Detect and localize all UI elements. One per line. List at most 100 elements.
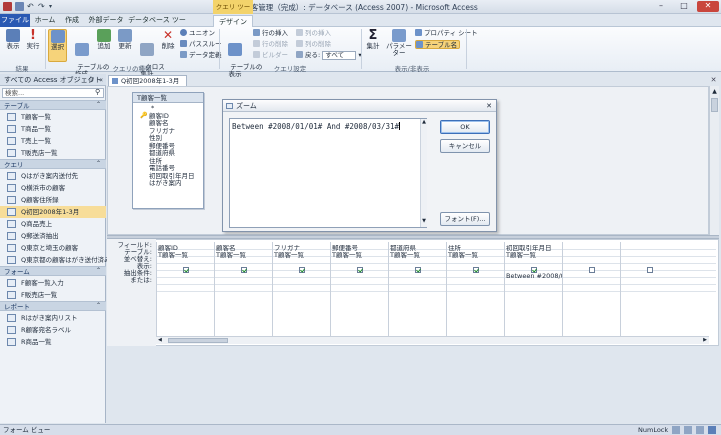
- qbe-table-cell[interactable]: T顧客一覧: [506, 252, 562, 259]
- qbe-column[interactable]: 住所 T顧客一覧: [446, 242, 504, 339]
- insert-rows-button[interactable]: 行の挿入: [253, 29, 288, 38]
- nav-item[interactable]: F販売店一覧: [0, 289, 106, 301]
- append-query-button[interactable]: 追加: [96, 29, 112, 50]
- field-list-item[interactable]: はがき案内: [149, 179, 182, 188]
- qbe-table-cell[interactable]: T顧客一覧: [448, 252, 504, 259]
- zoom-scrollbar[interactable]: ▲ ▼: [420, 119, 427, 227]
- nav-group-header[interactable]: レポート: [0, 301, 106, 311]
- scroll-left-icon[interactable]: ◀: [158, 337, 162, 343]
- nav-item[interactable]: F顧客一覧入力: [0, 277, 106, 289]
- tab-database-tools[interactable]: データベース ツール: [128, 14, 186, 37]
- dialog-close-icon[interactable]: ✕: [486, 100, 492, 112]
- qbe-column[interactable]: 顧客名 T顧客一覧: [214, 242, 272, 339]
- show-checkbox[interactable]: [647, 267, 653, 273]
- maximize-button[interactable]: □: [673, 1, 695, 12]
- cancel-button[interactable]: キャンセル: [440, 139, 490, 153]
- qbe-field-cell[interactable]: 初回取引年月日: [506, 245, 562, 252]
- scroll-up-icon[interactable]: ▲: [711, 88, 718, 96]
- search-icon[interactable]: ⚲: [95, 88, 100, 96]
- update-query-button[interactable]: 更新: [117, 29, 133, 50]
- qbe-column[interactable]: 郵便番号 T顧客一覧: [330, 242, 388, 339]
- property-sheet-button[interactable]: プロパティ シート: [415, 29, 478, 38]
- show-checkbox[interactable]: [589, 267, 595, 273]
- document-tab[interactable]: Q初回2008年1-3月: [108, 75, 187, 86]
- collapse-group-icon[interactable]: ⌃: [96, 301, 101, 311]
- qbe-criteria-cell[interactable]: Between #2008/01/0: [506, 273, 562, 280]
- select-query-button[interactable]: 選択: [48, 29, 67, 62]
- nav-search-input[interactable]: 検索...: [2, 88, 104, 98]
- scroll-up-icon[interactable]: ▲: [421, 119, 427, 125]
- chevron-down-circle-icon[interactable]: ⊙: [88, 74, 94, 86]
- passthrough-query-button[interactable]: パススルー: [180, 40, 222, 49]
- qbe-field-cell[interactable]: 都道府県: [390, 245, 446, 252]
- qbe-column[interactable]: 顧客ID T顧客一覧: [156, 242, 214, 339]
- nav-item[interactable]: Q東京と埼玉の顧客: [0, 242, 106, 254]
- show-checkbox[interactable]: [473, 267, 479, 273]
- tab-create[interactable]: 作成: [60, 14, 84, 27]
- qbe-field-cell[interactable]: 顧客名: [216, 245, 272, 252]
- data-definition-query-button[interactable]: データ定義: [180, 51, 222, 60]
- qbe-column[interactable]: 初回取引年月日T顧客一覧 Between #2008/01/0: [504, 242, 562, 339]
- field-list-title[interactable]: T顧客一覧: [133, 93, 203, 103]
- nav-item[interactable]: Q横浜市の顧客: [0, 182, 106, 194]
- scroll-thumb[interactable]: [711, 98, 718, 112]
- show-checkbox[interactable]: [531, 267, 537, 273]
- collapse-group-icon[interactable]: ⌃: [96, 100, 101, 110]
- nav-pane-header[interactable]: すべての Access オブジェクト ⊙ «: [0, 74, 106, 86]
- nav-item[interactable]: Q商品売上: [0, 218, 106, 230]
- tab-external-data[interactable]: 外部データ: [86, 14, 126, 27]
- nav-group-header[interactable]: フォーム: [0, 266, 106, 276]
- run-button[interactable]: ! 実行: [25, 29, 41, 50]
- qbe-table-cell[interactable]: T顧客一覧: [216, 252, 272, 259]
- totals-button[interactable]: Σ 集計: [364, 29, 382, 50]
- sql-view-icon[interactable]: [684, 426, 692, 434]
- qbe-column[interactable]: [620, 242, 678, 339]
- table-names-button[interactable]: テーブル名: [415, 40, 461, 49]
- nav-item[interactable]: Q初回2008年1-3月: [0, 206, 106, 218]
- qbe-field-cell[interactable]: フリガナ: [274, 245, 330, 252]
- insert-columns-button[interactable]: 列の挿入: [296, 29, 331, 38]
- collapse-group-icon[interactable]: ⌃: [96, 266, 101, 276]
- nav-item[interactable]: Q顧客住所録: [0, 194, 106, 206]
- zoom-text-area[interactable]: Between #2008/01/01# And #2008/03/31#: [229, 118, 427, 228]
- nav-item[interactable]: T売上一覧: [0, 135, 106, 147]
- qbe-table-cell[interactable]: T顧客一覧: [158, 252, 214, 259]
- nav-item[interactable]: T販売店一覧: [0, 147, 106, 159]
- upper-pane-scrollbar[interactable]: ▲: [709, 86, 719, 235]
- collapse-group-icon[interactable]: ⌃: [96, 159, 101, 169]
- design-view-icon[interactable]: [696, 426, 704, 434]
- tab-home[interactable]: ホーム: [32, 14, 58, 27]
- qbe-table-cell[interactable]: T顧客一覧: [332, 252, 388, 259]
- return-dropdown[interactable]: すべて: [322, 51, 357, 60]
- parameters-button[interactable]: パラメーター: [385, 29, 413, 57]
- union-query-button[interactable]: ユニオン: [180, 29, 215, 38]
- tab-file[interactable]: ファイル: [0, 14, 30, 27]
- nav-item[interactable]: Qはがき案内送付先: [0, 170, 106, 182]
- grid-horizontal-scrollbar[interactable]: ◀ ▶: [156, 336, 709, 344]
- show-checkbox[interactable]: [357, 267, 363, 273]
- nav-item[interactable]: T商品一覧: [0, 123, 106, 135]
- qbe-table-cell[interactable]: T顧客一覧: [274, 252, 330, 259]
- scroll-right-icon[interactable]: ▶: [703, 337, 707, 343]
- nav-item[interactable]: T顧客一覧: [0, 111, 106, 123]
- nav-item[interactable]: Rはがき案内リスト: [0, 312, 106, 324]
- qbe-column[interactable]: 都道府県 T顧客一覧: [388, 242, 446, 339]
- scroll-down-icon[interactable]: ▼: [421, 218, 427, 224]
- close-document-icon[interactable]: ✕: [709, 76, 718, 85]
- nav-group-header[interactable]: クエリ: [0, 159, 106, 169]
- show-checkbox[interactable]: [415, 267, 421, 273]
- scroll-thumb[interactable]: [168, 338, 228, 343]
- ok-button[interactable]: OK: [440, 120, 490, 134]
- zoom-dialog-title-bar[interactable]: ズーム ✕: [223, 100, 496, 112]
- delete-rows-button[interactable]: 行の削除: [253, 40, 288, 49]
- show-table-button[interactable]: テーブルの 表示: [222, 29, 262, 85]
- field-list-t-customers[interactable]: T顧客一覧 * 顧客ID 顧客名 フリガナ 性別 郵便番号 都道府県 住所 電話番号 初回取引年月…: [132, 92, 204, 209]
- show-checkbox[interactable]: [241, 267, 247, 273]
- qbe-column[interactable]: フリガナ T顧客一覧: [272, 242, 330, 339]
- qbe-field-cell[interactable]: 住所: [448, 245, 504, 252]
- show-checkbox[interactable]: [183, 267, 189, 273]
- qbe-column[interactable]: [562, 242, 620, 339]
- delete-query-button[interactable]: ✕ 削除: [160, 29, 176, 50]
- nav-item[interactable]: Q東京都の顧客はがき送付済み: [0, 254, 111, 266]
- close-button[interactable]: ✕: [697, 1, 719, 12]
